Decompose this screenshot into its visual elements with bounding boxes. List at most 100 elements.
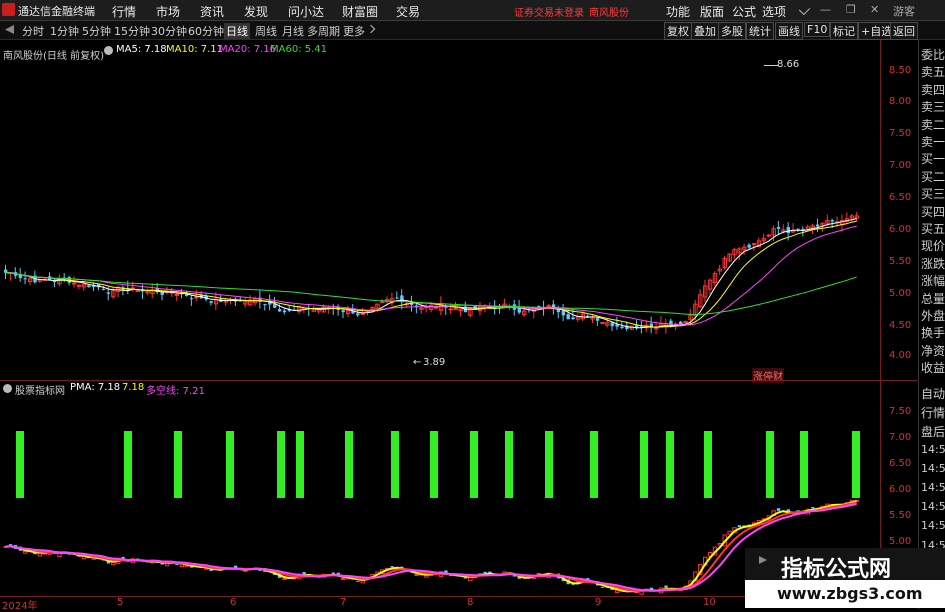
close-icon[interactable]: ✕ bbox=[870, 3, 879, 16]
menu-caifuquan[interactable]: 财富圈 bbox=[342, 3, 378, 20]
date-label: 8 bbox=[467, 597, 474, 608]
menu-hangqing[interactable]: 行情 bbox=[112, 3, 136, 20]
tab-more[interactable]: 更多 bbox=[343, 23, 365, 39]
candle-body bbox=[263, 303, 267, 305]
btn-f10[interactable]: F10 bbox=[804, 22, 831, 37]
login-warning[interactable]: 证券交易未登录 bbox=[514, 4, 584, 19]
price-tick: 8.00 bbox=[889, 96, 912, 107]
dropdown-icon[interactable] bbox=[798, 3, 811, 16]
quote-field-label: 现价 bbox=[921, 239, 945, 254]
menu-gongneng[interactable]: 功能 bbox=[666, 3, 690, 20]
candle-body bbox=[356, 313, 360, 316]
tab-1min[interactable]: 1分钟 bbox=[50, 23, 79, 39]
guest-label[interactable]: 游客 bbox=[893, 3, 915, 19]
quote-field-label: 涨幅 bbox=[921, 274, 945, 289]
signal-bar bbox=[640, 431, 648, 498]
quote-field-label: 卖一 bbox=[921, 135, 945, 149]
signal-bar bbox=[800, 431, 808, 498]
menu-jiaoyi[interactable]: 交易 bbox=[396, 3, 420, 20]
price-tick: 6.00 bbox=[889, 224, 912, 235]
tab-daily[interactable]: 日线 bbox=[224, 23, 250, 39]
btn-tongji[interactable]: 统计 bbox=[746, 22, 774, 40]
tab-multi-period[interactable]: 多周期 bbox=[307, 23, 340, 39]
candle-body bbox=[537, 305, 541, 307]
tab-monthly[interactable]: 月线 bbox=[282, 23, 304, 39]
signal-bar bbox=[226, 431, 234, 498]
signal-bar bbox=[296, 431, 304, 498]
quote-field-label: 卖二 bbox=[921, 117, 945, 132]
price-tick: 5.00 bbox=[889, 288, 912, 299]
candle-body bbox=[194, 296, 199, 299]
restore-icon[interactable]: ❐ bbox=[846, 3, 856, 16]
minimize-icon[interactable]: — bbox=[820, 3, 831, 16]
indicator-line bbox=[5, 503, 857, 592]
candlestick-chart[interactable] bbox=[0, 40, 918, 380]
date-label: 9 bbox=[595, 597, 602, 608]
candle-body bbox=[135, 290, 140, 293]
menu-faxian[interactable]: 发现 bbox=[244, 3, 268, 20]
signal-bar bbox=[430, 431, 438, 498]
indicator-candle bbox=[737, 525, 742, 528]
btn-duogu[interactable]: 多股 bbox=[718, 22, 746, 40]
candle-body bbox=[679, 321, 683, 325]
quote-field-label: 卖三 bbox=[921, 100, 945, 115]
candle-body bbox=[830, 220, 835, 222]
date-label: 2024年 bbox=[2, 601, 38, 612]
menu-zixun[interactable]: 资讯 bbox=[200, 3, 224, 20]
more-chevron-icon[interactable] bbox=[366, 24, 376, 34]
sub-price-tick: 7.50 bbox=[889, 406, 912, 417]
quote-field-label: 买二 bbox=[921, 169, 945, 184]
quote-field-label: 总量 bbox=[921, 291, 945, 306]
candle-body bbox=[786, 227, 791, 234]
indicator-candle bbox=[776, 508, 781, 511]
menu-xuanxiang[interactable]: 选项 bbox=[762, 3, 786, 20]
btn-fuquan[interactable]: 复权 bbox=[664, 22, 692, 40]
tab-30min[interactable]: 30分钟 bbox=[151, 23, 187, 39]
tick-time-label[interactable]: 自动 bbox=[921, 385, 945, 402]
tick-time-label[interactable]: 行情 bbox=[921, 404, 945, 421]
indicator-candle bbox=[811, 506, 815, 509]
indicator-candle bbox=[23, 550, 28, 554]
btn-biaoji[interactable]: 标记 bbox=[830, 22, 858, 40]
indicator-line bbox=[5, 501, 857, 593]
tab-5min[interactable]: 5分钟 bbox=[82, 23, 111, 39]
back-arrow-icon[interactable] bbox=[5, 25, 14, 34]
date-label: 5 bbox=[117, 597, 124, 608]
tab-weekly[interactable]: 周线 bbox=[255, 23, 277, 39]
candle-body bbox=[448, 308, 454, 311]
price-tick: 8.50 bbox=[889, 65, 912, 76]
candle-body bbox=[23, 278, 27, 280]
watermark-arrow-icon bbox=[759, 556, 767, 564]
tab-60min[interactable]: 60分钟 bbox=[188, 23, 224, 39]
quote-field-label: 净资 bbox=[921, 343, 945, 358]
candle-body bbox=[776, 227, 781, 229]
candle-body bbox=[654, 327, 659, 330]
candle-body bbox=[101, 289, 106, 291]
tab-fenshi[interactable]: 分时 bbox=[22, 23, 44, 39]
btn-diejia[interactable]: 叠加 bbox=[691, 22, 719, 40]
watermark-banner: 指标公式网 www.zbgs3.com bbox=[745, 548, 945, 608]
menu-shichang[interactable]: 市场 bbox=[156, 3, 180, 20]
date-label: 6 bbox=[230, 597, 237, 608]
price-tick: 4.50 bbox=[889, 320, 912, 331]
tick-time-label: 14:50 bbox=[921, 519, 945, 533]
app-logo-icon bbox=[2, 3, 15, 16]
indicator-candle bbox=[600, 586, 605, 588]
menu-banmian[interactable]: 版面 bbox=[700, 3, 724, 20]
candle-body bbox=[106, 292, 111, 294]
tick-time-label[interactable]: 盘后 bbox=[921, 423, 945, 440]
tab-15min[interactable]: 15分钟 bbox=[114, 23, 150, 39]
candle-body bbox=[561, 310, 566, 316]
candle-body bbox=[76, 284, 82, 287]
low-price-label: 3.89 bbox=[423, 357, 446, 368]
menu-wenxiaoda[interactable]: 问小达 bbox=[288, 3, 324, 20]
menu-gongshi[interactable]: 公式 bbox=[732, 3, 756, 20]
signal-bar bbox=[124, 431, 132, 498]
candle-body bbox=[571, 317, 575, 320]
quote-side-panel: 委比 卖五 卖四 卖三 卖二 卖一 买一 买二 买三 买四 买五 现价 涨跌 涨幅 总量 外盘 换手 净资 收益 bbox=[918, 40, 945, 380]
candle-body bbox=[282, 310, 287, 313]
btn-huaxian[interactable]: 画线 bbox=[775, 22, 803, 40]
title-bar: 通达信金融终端 行情 市场 资讯 发现 问小达 财富圈 交易 证券交易未登录 南… bbox=[0, 0, 945, 21]
quote-field-label: 卖五 bbox=[921, 65, 945, 80]
btn-fanhui[interactable]: 返回 bbox=[890, 22, 918, 40]
